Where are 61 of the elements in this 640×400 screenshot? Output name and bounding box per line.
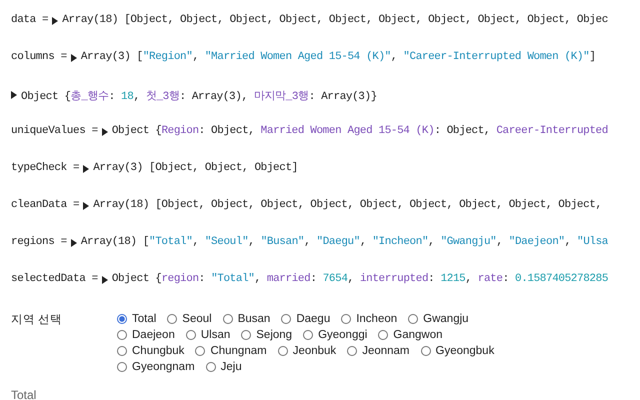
radio-option[interactable]: Daegu: [281, 312, 330, 326]
radio-icon[interactable]: [117, 346, 127, 356]
radio-icon[interactable]: [347, 346, 358, 356]
value-text: Object {총_행수: 18, 첫_3행: Array(3), 마지막_3행: Array(3)}: [21, 90, 377, 103]
variable-name: cleanData =: [11, 199, 80, 211]
radio-option[interactable]: Gyeongnam: [117, 360, 195, 374]
radio-option[interactable]: Jeonbuk: [278, 344, 336, 358]
expand-triangle-icon[interactable]: [102, 276, 108, 284]
radio-option[interactable]: Busan: [222, 312, 270, 326]
expand-triangle-icon[interactable]: [83, 165, 90, 173]
radio-option[interactable]: Gwangju: [408, 312, 469, 326]
value-text: Array(3) [Object, Object, Object]: [93, 162, 298, 174]
expand-triangle-icon[interactable]: [70, 239, 77, 247]
expand-triangle-icon[interactable]: [52, 17, 58, 25]
radio-option[interactable]: Sejong: [241, 328, 292, 342]
radio-option[interactable]: Chungbuk: [117, 344, 184, 358]
radio-icon[interactable]: [117, 314, 127, 324]
value-text: Object {region: "Total", married: 7654, interrupted: 1215, rate: 0.1587405278285: [112, 273, 608, 285]
radio-icon[interactable]: [278, 346, 288, 356]
radio-icon[interactable]: [241, 330, 252, 340]
radio-option[interactable]: Gyeonggi: [303, 328, 368, 342]
value-text: Array(3) ["Region", "Married Women Aged 15-54 (K)", "Career-Interrupted Women (K)"]: [80, 51, 596, 63]
radio-option[interactable]: Daejeon: [117, 328, 175, 342]
variable-name: typeCheck =: [11, 162, 80, 174]
value-text: Array(18) ["Total", "Seoul", "Busan", "Daegu", "Incheon", "Gwangju", "Daejeon", "Ulsa: [80, 236, 608, 248]
variable-name: regions =: [11, 236, 67, 248]
expand-triangle-icon[interactable]: [102, 128, 108, 136]
variable-name: selectedData =: [11, 273, 98, 285]
radio-option[interactable]: Incheon: [341, 312, 398, 326]
radio-option[interactable]: Jeonnam: [347, 344, 410, 358]
value-text: Array(18) [Object, Object, Object, Object, Object, Object, Object, Object, Object,: [93, 199, 602, 211]
variable-name: data =: [11, 14, 48, 26]
radio-option[interactable]: Jeju: [206, 360, 242, 374]
radio-option[interactable]: Chungnam: [195, 344, 267, 358]
radio-icon[interactable]: [195, 346, 206, 356]
radio-icon[interactable]: [378, 330, 388, 340]
radio-option[interactable]: Gyeongbuk: [420, 344, 494, 358]
radio-option[interactable]: Ulsan: [186, 328, 230, 342]
radio-icon[interactable]: [186, 330, 196, 340]
expand-triangle-icon[interactable]: [70, 54, 77, 62]
radio-icon[interactable]: [408, 314, 418, 324]
radio-icon[interactable]: [117, 330, 127, 340]
radio-icon[interactable]: [222, 314, 233, 324]
value-text: Object {Region: Object, Married Women Aged 15-54 (K): Object, Career-Interrupted: [112, 125, 608, 137]
field-label: 지역 선택: [11, 313, 64, 328]
value-text: Array(18) [Object, Object, Object, Object, Object, Object, Object, Object, Object, Objec: [62, 14, 608, 26]
radio-icon[interactable]: [341, 314, 352, 324]
radio-icon[interactable]: [167, 314, 178, 324]
radio-option[interactable]: Seoul: [167, 312, 212, 326]
radio-icon[interactable]: [281, 314, 292, 324]
radio-option[interactable]: Gangwon: [378, 328, 443, 342]
variable-name: uniqueValues =: [11, 125, 98, 137]
expand-triangle-icon[interactable]: [83, 202, 90, 210]
radio-icon[interactable]: [206, 362, 216, 372]
radio-icon[interactable]: [420, 346, 430, 356]
radio-icon[interactable]: [303, 330, 314, 340]
expand-triangle-icon[interactable]: [11, 91, 17, 99]
output-text: Total: [11, 388, 38, 400]
variable-name: columns =: [11, 51, 67, 63]
radio-icon[interactable]: [117, 362, 127, 372]
radio-option[interactable]: Total: [117, 312, 156, 326]
